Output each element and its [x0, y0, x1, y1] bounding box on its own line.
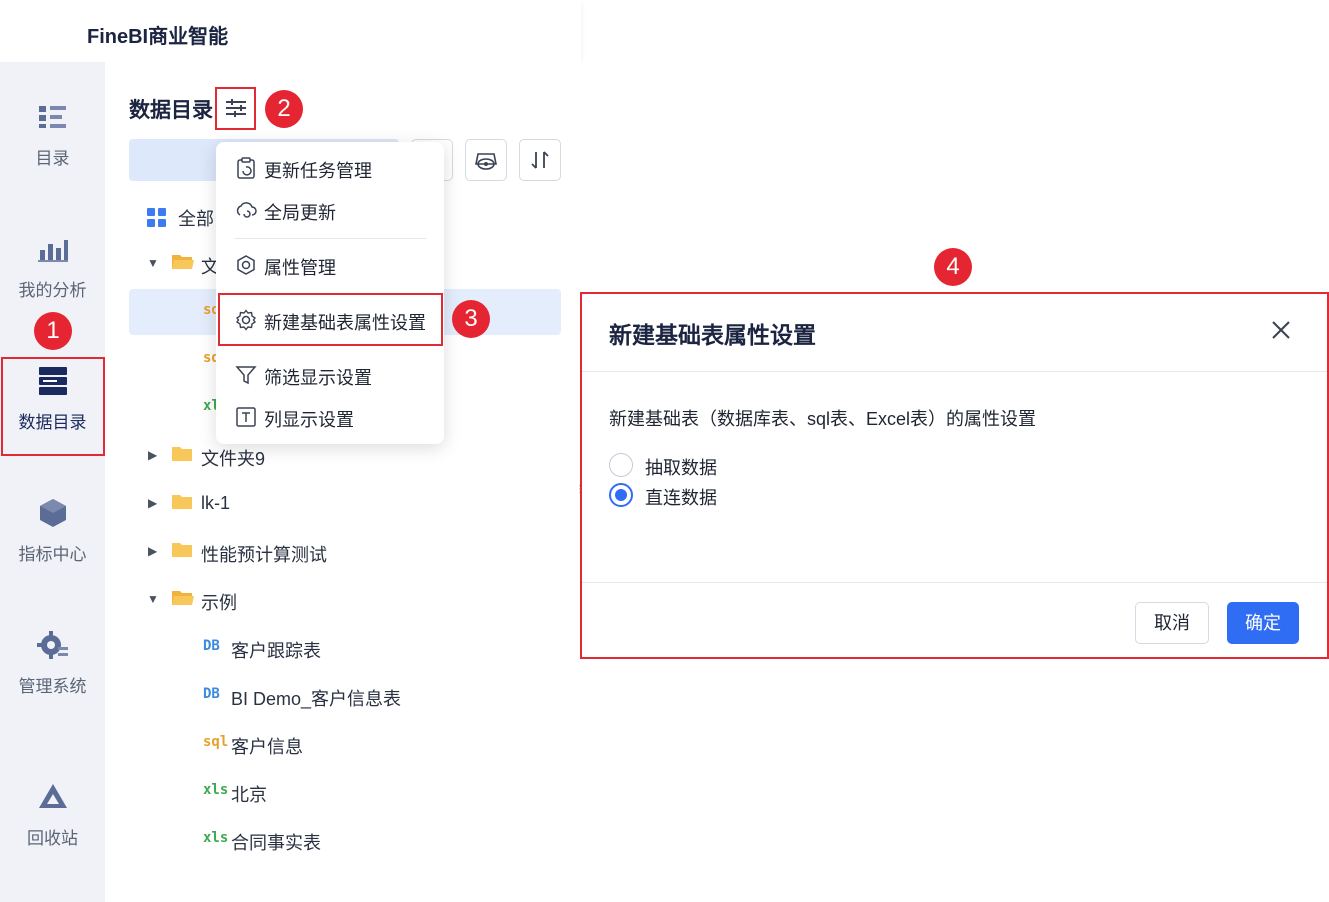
- nav-item-admin[interactable]: 管理系统: [0, 628, 105, 726]
- folder-icon: [172, 495, 192, 509]
- brand-title: FineBI商业智能: [87, 26, 229, 48]
- sort-icon: [531, 151, 549, 169]
- tree-item[interactable]: DB BI Demo_客户信息表: [129, 673, 561, 719]
- menu-label: 筛选显示设置: [264, 368, 372, 388]
- top-bar: FineBI商业智能: [0, 0, 581, 62]
- highlight-box-menu-item: [218, 293, 443, 346]
- filter-icon: [235, 366, 257, 385]
- db-tag: DB: [203, 638, 220, 654]
- folder-open-icon: [172, 591, 194, 605]
- tree-item[interactable]: xls 合同事实表: [129, 817, 561, 863]
- menu-label: 列显示设置: [264, 410, 354, 430]
- tree-item[interactable]: xls 北京: [129, 769, 561, 815]
- sql-tag: sql: [203, 734, 229, 750]
- tree-label: 全部: [178, 209, 214, 229]
- nav-label-recycle: 回收站: [27, 829, 78, 848]
- tree-label: 文件夹9: [201, 449, 266, 469]
- menu-item-attribute-management[interactable]: 属性管理: [216, 245, 444, 285]
- step-badge-1: 1: [34, 312, 72, 350]
- tree-label: 性能预计算测试: [201, 545, 327, 565]
- nav-item-recycle[interactable]: 回收站: [0, 780, 105, 878]
- nav-item-catalog[interactable]: 目录: [0, 100, 105, 198]
- menu-item-column-display[interactable]: 列显示设置: [216, 397, 444, 437]
- folder-icon: [172, 447, 192, 461]
- menu-item-update-task[interactable]: 更新任务管理: [216, 148, 444, 188]
- tree-label: 客户信息: [231, 737, 303, 757]
- grid-icon: [147, 208, 166, 227]
- tree-label: 客户跟踪表: [231, 641, 321, 661]
- caret-down-icon[interactable]: ▼: [147, 256, 159, 270]
- nav-label-admin: 管理系统: [18, 677, 87, 696]
- hexagon-settings-icon: [237, 255, 255, 275]
- caret-right-icon[interactable]: ▶: [148, 448, 157, 462]
- nav-item-metrics[interactable]: 指标中心: [0, 496, 105, 594]
- highlight-box-settings: [215, 87, 256, 130]
- step-badge-2: 2: [265, 90, 303, 128]
- tree-label: lk-1: [201, 493, 231, 513]
- analysis-icon: [37, 240, 68, 262]
- text-column-icon: [236, 407, 256, 427]
- clipboard-refresh-icon: [237, 157, 255, 179]
- db-tag: DB: [203, 686, 220, 702]
- menu-label: 属性管理: [264, 258, 336, 278]
- step-badge-4: 4: [934, 248, 972, 286]
- tree-folder[interactable]: ▶ lk-1: [129, 481, 561, 527]
- menu-divider: [234, 238, 426, 239]
- caret-down-icon[interactable]: ▼: [147, 592, 159, 606]
- folder-icon: [172, 543, 192, 557]
- recycle-icon: [38, 784, 67, 808]
- tree-item[interactable]: sql 客户信息: [129, 721, 561, 767]
- highlight-box-dialog: [580, 292, 1329, 659]
- tree-label: 示例: [201, 593, 237, 613]
- nav-label-catalog: 目录: [35, 149, 70, 168]
- highlight-box-nav: [1, 357, 105, 456]
- menu-item-global-update[interactable]: 全局更新: [216, 190, 444, 230]
- tree-folder[interactable]: ▼ 示例: [129, 577, 561, 623]
- page-title: 数据目录: [129, 99, 213, 122]
- caret-right-icon[interactable]: ▶: [148, 496, 157, 510]
- xls-tag: xls: [203, 782, 229, 798]
- caret-right-icon[interactable]: ▶: [148, 544, 157, 558]
- menu-label: 全局更新: [264, 203, 336, 223]
- metrics-icon: [39, 499, 66, 527]
- visibility-button[interactable]: [465, 139, 507, 181]
- menu-item-filter-display[interactable]: 筛选显示设置: [216, 355, 444, 395]
- step-badge-3: 3: [452, 300, 490, 338]
- tree-label: 合同事实表: [231, 833, 321, 853]
- xls-tag: xls: [203, 830, 229, 846]
- menu-label: 更新任务管理: [264, 161, 372, 181]
- catalog-icon: [38, 106, 66, 128]
- tree-item[interactable]: DB 客户跟踪表: [129, 625, 561, 671]
- settings-gear-icon: [36, 631, 68, 659]
- eye-settings-icon: [475, 153, 497, 170]
- sort-button[interactable]: [519, 139, 561, 181]
- tree-folder[interactable]: ▶ 性能预计算测试: [129, 529, 561, 575]
- folder-open-icon: [172, 255, 194, 269]
- nav-label-my-analysis: 我的分析: [18, 281, 87, 300]
- tree-label: BI Demo_客户信息表: [231, 689, 402, 709]
- tree-label: 北京: [231, 785, 267, 805]
- nav-label-metrics: 指标中心: [18, 545, 87, 564]
- cloud-refresh-icon: [236, 202, 257, 218]
